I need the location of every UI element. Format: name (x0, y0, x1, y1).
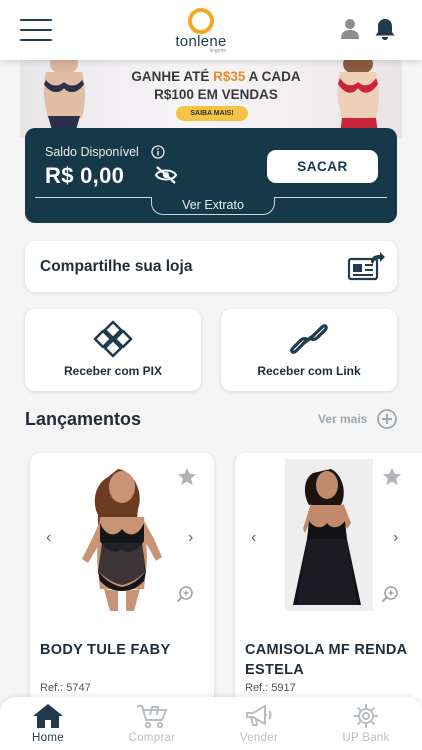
user-icon[interactable] (340, 18, 360, 45)
nav-item-home[interactable]: Home (8, 703, 88, 744)
zoom-in-icon[interactable] (176, 585, 194, 608)
banner-line2: R$100 EM VENDAS (154, 87, 278, 102)
megaphone-icon (246, 705, 272, 726)
home-icon (33, 704, 63, 728)
product-name: BODY TULE FABY (40, 642, 171, 658)
banner-learn-more-button[interactable]: SAIBA MAIS! (176, 106, 248, 121)
nav-item-sell[interactable]: Vender (219, 703, 299, 744)
see-more-link[interactable]: Ver mais (318, 412, 367, 426)
product-ref: Ref.: 5747 (40, 682, 91, 694)
bottom-navigation: Home Comprar Vender UP Bank (0, 697, 422, 750)
logo-text: tonlene (175, 33, 227, 50)
receive-pix-label: Receber com PIX (63, 364, 163, 378)
view-statement-link[interactable]: Ver Extrato (151, 197, 275, 215)
pix-icon (93, 320, 133, 363)
nav-item-upbank[interactable]: UP Bank (326, 703, 406, 744)
menu-line-icon (20, 39, 52, 41)
banner-model-left-image (43, 58, 85, 138)
menu-line-icon (20, 19, 52, 21)
section-title-launches: Lançamentos (25, 409, 142, 429)
product-card[interactable]: ‹ › BODY TULE FABY Ref.: 5747 (30, 453, 214, 713)
brand-logo[interactable]: tonlene lingerie (168, 8, 234, 54)
receive-link-label: Receber com Link (257, 364, 361, 378)
nav-label-sell: Vender (239, 732, 279, 744)
share-store-label: Compartilhe sua loja (40, 258, 193, 275)
banner-model-right-image (337, 58, 379, 134)
product-name: CAMISOLA MF RENDA ESTELA (245, 642, 407, 678)
carousel-next-icon[interactable]: › (188, 529, 193, 547)
nav-label-upbank: UP Bank (342, 732, 390, 744)
withdraw-button[interactable]: SACAR (267, 150, 378, 183)
promo-banner[interactable]: GANHE ATÉ R$35 A CADA R$100 EM VENDAS SA… (20, 58, 402, 138)
nav-item-buy[interactable]: Comprar (112, 703, 192, 744)
carousel-next-icon[interactable]: › (393, 529, 398, 547)
nav-label-buy: Comprar (128, 732, 176, 744)
banner-line1-suffix: A CADA (245, 69, 301, 84)
app-header: tonlene lingerie (0, 0, 422, 60)
favorite-star-icon[interactable] (382, 467, 402, 491)
nav-label-home: Home (32, 732, 64, 744)
product-image (285, 459, 373, 611)
balance-card: Saldo Disponível R$ 0,00 SACAR Ver Extra… (25, 128, 397, 223)
zoom-in-icon[interactable] (381, 585, 399, 608)
share-store-card[interactable]: Compartilhe sua loja (25, 241, 397, 292)
balance-value: R$ 0,00 (45, 163, 125, 188)
banner-line1-prefix: GANHE ATÉ (131, 69, 214, 84)
share-store-icon (347, 252, 385, 287)
menu-line-icon (20, 29, 52, 31)
gear-icon (354, 704, 378, 728)
balance-label: Saldo Disponível (45, 145, 139, 159)
eye-slash-icon[interactable] (154, 166, 178, 189)
link-icon (289, 320, 329, 363)
carousel-prev-icon[interactable]: ‹ (251, 529, 256, 547)
banner-highlight-amount: R$35 (213, 69, 246, 84)
product-image (82, 469, 162, 611)
carousel-prev-icon[interactable]: ‹ (46, 529, 51, 547)
info-icon[interactable] (151, 145, 165, 164)
notification-bell-icon[interactable] (374, 17, 396, 46)
receive-link-card[interactable]: Receber com Link (221, 309, 397, 391)
logo-ring-icon (188, 8, 214, 34)
product-card[interactable]: ‹ › CAMISOLA MF RENDA ESTELA Ref.: 5917 (235, 453, 422, 713)
plus-circle-icon[interactable] (377, 409, 397, 434)
receive-pix-card[interactable]: Receber com PIX (25, 309, 201, 391)
cart-icon (137, 705, 168, 729)
banner-text: GANHE ATÉ R$35 A CADA R$100 EM VENDAS (116, 68, 316, 104)
product-ref: Ref.: 5917 (245, 682, 296, 694)
menu-button[interactable] (20, 19, 52, 41)
favorite-star-icon[interactable] (177, 467, 197, 491)
